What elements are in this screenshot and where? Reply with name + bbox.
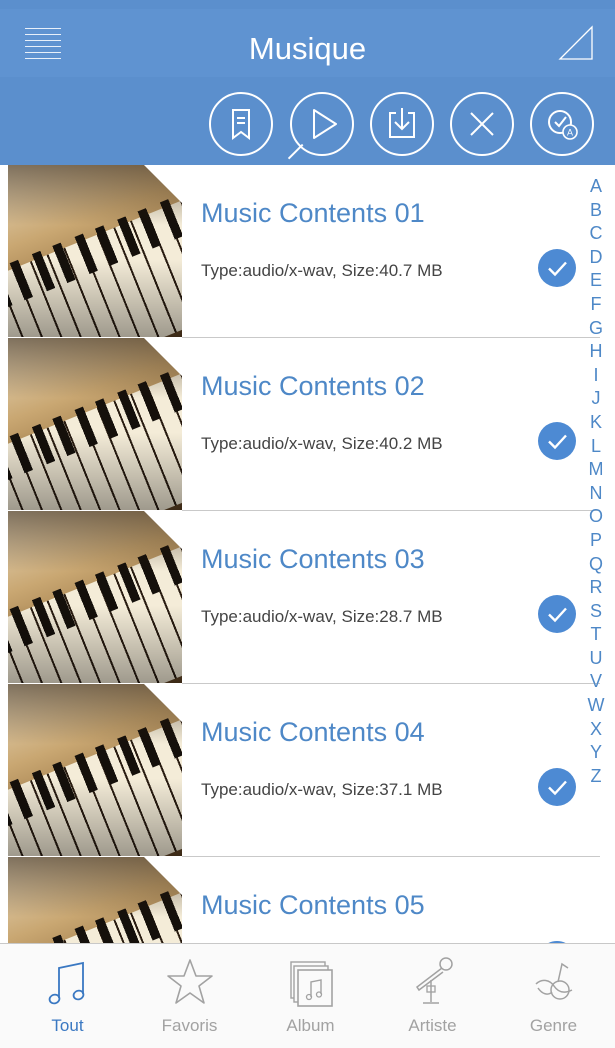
index-letter[interactable]: X xyxy=(590,718,602,742)
index-letter[interactable]: W xyxy=(588,694,605,718)
close-button[interactable] xyxy=(450,92,514,156)
download-button[interactable] xyxy=(370,92,434,156)
index-letter[interactable]: T xyxy=(591,623,602,647)
checkmark-icon[interactable] xyxy=(538,249,576,287)
index-letter[interactable]: H xyxy=(590,340,603,364)
piano-thumbnail xyxy=(8,165,182,337)
list-item[interactable]: Music Contents 02 Type:audio/x-wav, Size… xyxy=(0,338,600,511)
item-title: Music Contents 02 xyxy=(201,371,425,401)
tab-label: Tout xyxy=(51,1016,84,1035)
checkmark-icon[interactable] xyxy=(538,422,576,460)
index-letter[interactable]: G xyxy=(589,317,603,341)
index-letter[interactable]: C xyxy=(590,222,603,246)
index-letter[interactable]: U xyxy=(590,647,603,671)
index-letter[interactable]: K xyxy=(590,411,602,435)
item-meta: Type:audio/x-wav, Size:40.7 MB xyxy=(201,261,443,280)
index-letter[interactable]: L xyxy=(591,435,601,459)
item-meta: Type:audio/x-wav, Size:40.2 MB xyxy=(201,434,443,453)
bookmark-list-icon xyxy=(232,109,250,140)
item-title: Music Contents 01 xyxy=(201,198,425,228)
select-all-icon: A xyxy=(548,110,578,140)
index-letter[interactable]: Y xyxy=(590,741,602,765)
action-toolbar: A xyxy=(0,86,615,173)
list-item[interactable]: Music Contents 03 Type:audio/x-wav, Size… xyxy=(0,511,600,684)
download-icon xyxy=(389,108,415,138)
index-letter[interactable]: O xyxy=(589,505,603,529)
music-app: Musique A Music Contents 01 Type:audio/x… xyxy=(0,0,615,1048)
piano-thumbnail xyxy=(8,857,182,943)
music-list: Music Contents 01 Type:audio/x-wav, Size… xyxy=(0,165,615,943)
index-letter[interactable]: N xyxy=(590,482,603,506)
tab-label: Artiste xyxy=(408,1016,457,1035)
piano-thumbnail xyxy=(8,338,182,510)
page-title: Musique xyxy=(248,31,367,66)
list-item[interactable]: Music Contents 01 Type:audio/x-wav, Size… xyxy=(0,165,600,338)
tab-genre[interactable]: Genre xyxy=(492,944,615,1048)
music-note-icon xyxy=(48,961,85,1005)
tab-favoris[interactable]: Favoris xyxy=(128,944,251,1048)
item-title: Music Contents 03 xyxy=(201,544,425,574)
close-icon xyxy=(470,112,494,136)
tab-artiste[interactable]: Artiste xyxy=(371,944,494,1048)
piano-thumbnail xyxy=(8,684,182,856)
genre-icon xyxy=(535,962,573,1000)
index-letter[interactable]: R xyxy=(590,576,603,600)
tab-tout[interactable]: Tout xyxy=(6,944,129,1048)
select-all-button[interactable]: A xyxy=(530,92,594,156)
item-meta: Type:audio/x-wav, Size:37.1 MB xyxy=(201,780,443,799)
list-item[interactable]: Music Contents 05 xyxy=(0,857,600,943)
index-letter[interactable]: Z xyxy=(591,765,602,789)
microphone-icon xyxy=(415,957,453,1004)
svg-text:A: A xyxy=(567,128,573,138)
title-bar: Musique xyxy=(0,9,615,77)
item-title: Music Contents 05 xyxy=(201,890,425,920)
index-letter[interactable]: V xyxy=(590,670,602,694)
index-letter[interactable]: D xyxy=(590,246,603,270)
album-icon xyxy=(290,961,333,1007)
tab-label: Favoris xyxy=(161,1016,218,1035)
index-letter[interactable]: A xyxy=(590,175,602,199)
item-title: Music Contents 04 xyxy=(201,717,425,747)
index-letter[interactable]: E xyxy=(590,269,602,293)
index-letter[interactable]: I xyxy=(593,364,598,388)
checkmark-icon[interactable] xyxy=(538,595,576,633)
item-meta: Type:audio/x-wav, Size:28.7 MB xyxy=(201,607,443,626)
tab-label: Album xyxy=(286,1016,335,1035)
piano-thumbnail xyxy=(8,511,182,683)
index-letter[interactable]: J xyxy=(592,387,601,411)
triangle-corner-icon[interactable] xyxy=(557,24,595,62)
tab-bar: Tout Favoris Album Artiste Genre xyxy=(0,943,615,1048)
bookmark-list-button[interactable] xyxy=(209,92,273,156)
index-letter[interactable]: P xyxy=(590,529,602,553)
star-icon xyxy=(167,959,213,1004)
alphabet-index: A B C D E F G H I J K L M N O P Q R S T … xyxy=(585,175,607,788)
index-letter[interactable]: M xyxy=(589,458,604,482)
list-item[interactable]: Music Contents 04 Type:audio/x-wav, Size… xyxy=(0,684,600,857)
index-letter[interactable]: S xyxy=(590,600,602,624)
checkmark-icon[interactable] xyxy=(538,768,576,806)
index-letter[interactable]: B xyxy=(590,199,602,223)
index-letter[interactable]: Q xyxy=(589,553,603,577)
header: Musique A xyxy=(0,0,615,173)
tab-label: Genre xyxy=(529,1016,578,1035)
index-letter[interactable]: F xyxy=(591,293,602,317)
tab-album[interactable]: Album xyxy=(249,944,372,1048)
